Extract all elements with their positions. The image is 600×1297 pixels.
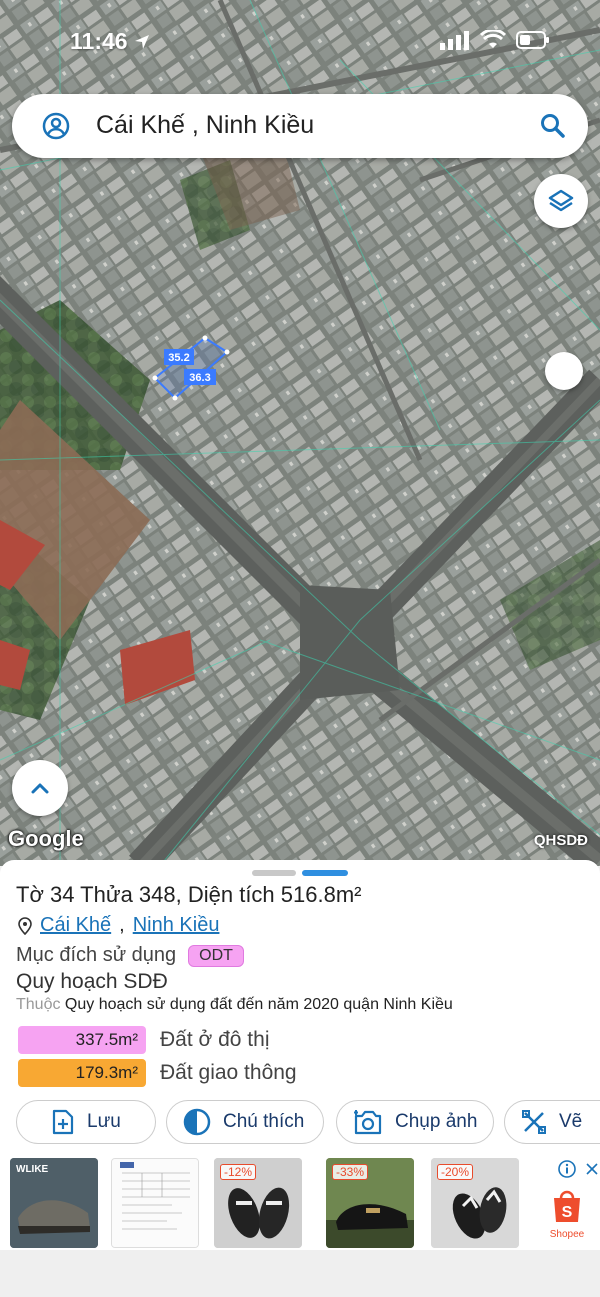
save-icon: [52, 1109, 74, 1135]
district-link[interactable]: Ninh Kiều: [133, 914, 220, 937]
google-logo: Google: [8, 826, 84, 851]
parcel-edge-label: 35.2: [168, 352, 189, 364]
plan-name: Quy hoạch sử dụng đất đến năm 2020 quận …: [64, 996, 453, 1013]
location-separator: ,: [119, 914, 125, 936]
draw-button[interactable]: Vẽ: [504, 1100, 600, 1144]
legend-label: Chú thích: [223, 1111, 305, 1132]
save-button[interactable]: Lưu: [16, 1100, 156, 1144]
status-time: 11:46: [70, 28, 150, 55]
map-pin-icon: [18, 916, 32, 935]
layers-icon: [548, 189, 574, 212]
land-use-label: Mục đích sử dụng: [16, 944, 177, 966]
info-icon[interactable]: [558, 1160, 576, 1178]
legend-icon: [183, 1108, 211, 1136]
ad-item-loafer[interactable]: -33%: [326, 1158, 414, 1248]
battery-icon: [516, 31, 549, 49]
save-label: Lưu: [87, 1111, 121, 1132]
svg-text:S: S: [562, 1204, 573, 1221]
zone-row: 337.5m² Đất ở đô thị: [18, 1026, 270, 1054]
search-icon[interactable]: [540, 113, 566, 139]
ad-item-document[interactable]: [111, 1158, 199, 1248]
action-bar: Lưu Chú thích Chụp ảnh Vẽ: [16, 1100, 600, 1146]
zone-label: Đất giao thông: [160, 1061, 297, 1084]
parcel-info-sheet: Tờ 34 Thửa 348, Diện tích 516.8m² Cái Kh…: [0, 860, 600, 1158]
document-image: [112, 1159, 198, 1247]
account-icon[interactable]: [42, 112, 70, 140]
parcel-title: Tờ 34 Thửa 348, Diện tích 516.8m²: [16, 882, 362, 907]
shopee-logo: S Shopee: [548, 1186, 586, 1248]
land-use-badge: ODT: [188, 944, 244, 967]
discount-badge: -33%: [332, 1164, 369, 1180]
status-icons: [440, 30, 550, 50]
location-arrow-icon: [134, 35, 149, 49]
ad-item-sandals[interactable]: -12%: [214, 1158, 302, 1248]
ad-item-flipflops[interactable]: -20%: [431, 1158, 519, 1248]
ward-link[interactable]: Cái Khế: [40, 914, 111, 937]
layers-button[interactable]: [534, 174, 588, 228]
satellite-map[interactable]: 35.2 36.3 11:46 Cái Khế , Ninh Kiều Goog…: [0, 0, 600, 866]
land-use-row: Mục đích sử dụng ODT: [16, 944, 244, 967]
ad-item-shoe[interactable]: WLIKE: [10, 1158, 98, 1248]
plan-prefix: Thuộc: [16, 996, 61, 1013]
chevron-up-icon: [31, 783, 49, 794]
status-bar: 11:46: [0, 22, 600, 58]
draw-icon: [522, 1110, 546, 1134]
sheet-handle[interactable]: [252, 870, 296, 876]
parcel-edge-label: 36.3: [189, 372, 210, 384]
zone-row: 179.3m² Đất giao thông: [18, 1059, 297, 1087]
cellular-signal-icon: [440, 31, 469, 50]
sheet-handle-active[interactable]: [302, 870, 348, 876]
plan-source: Thuộc Quy hoạch sử dụng đất đến năm 2020…: [16, 996, 453, 1014]
shopping-bag-icon: S: [554, 1190, 580, 1222]
search-bar[interactable]: Cái Khế , Ninh Kiều: [12, 94, 588, 158]
plan-title: Quy hoạch SDĐ: [16, 970, 168, 993]
ad-close-icon[interactable]: [585, 1160, 599, 1178]
zone-label: Đất ở đô thị: [160, 1028, 270, 1051]
zone-area-box: 337.5m²: [18, 1026, 146, 1054]
discount-badge: -20%: [437, 1164, 474, 1180]
capture-label: Chụp ảnh: [395, 1111, 478, 1132]
camera-icon: [354, 1110, 382, 1135]
legend-button[interactable]: Chú thích: [166, 1100, 324, 1144]
draw-label: Vẽ: [559, 1111, 583, 1132]
capture-button[interactable]: Chụp ảnh: [336, 1100, 494, 1144]
ad-brand: WLIKE: [16, 1164, 49, 1175]
zone-area-box: 179.3m²: [18, 1059, 146, 1087]
search-query[interactable]: Cái Khế , Ninh Kiều: [96, 111, 314, 140]
discount-badge: -12%: [220, 1164, 257, 1180]
overlay-opacity-handle[interactable]: [545, 352, 583, 390]
expand-sheet-button[interactable]: [12, 760, 68, 816]
map-attribution: QHSDĐ: [533, 832, 588, 849]
location-row: Cái Khế , Ninh Kiều: [18, 914, 219, 937]
shop-name: Shopee: [549, 1229, 585, 1240]
product-image: WLIKE: [10, 1158, 98, 1248]
home-indicator-area: [0, 1250, 600, 1297]
clock: 11:46: [70, 28, 128, 54]
wifi-icon: [480, 30, 506, 48]
